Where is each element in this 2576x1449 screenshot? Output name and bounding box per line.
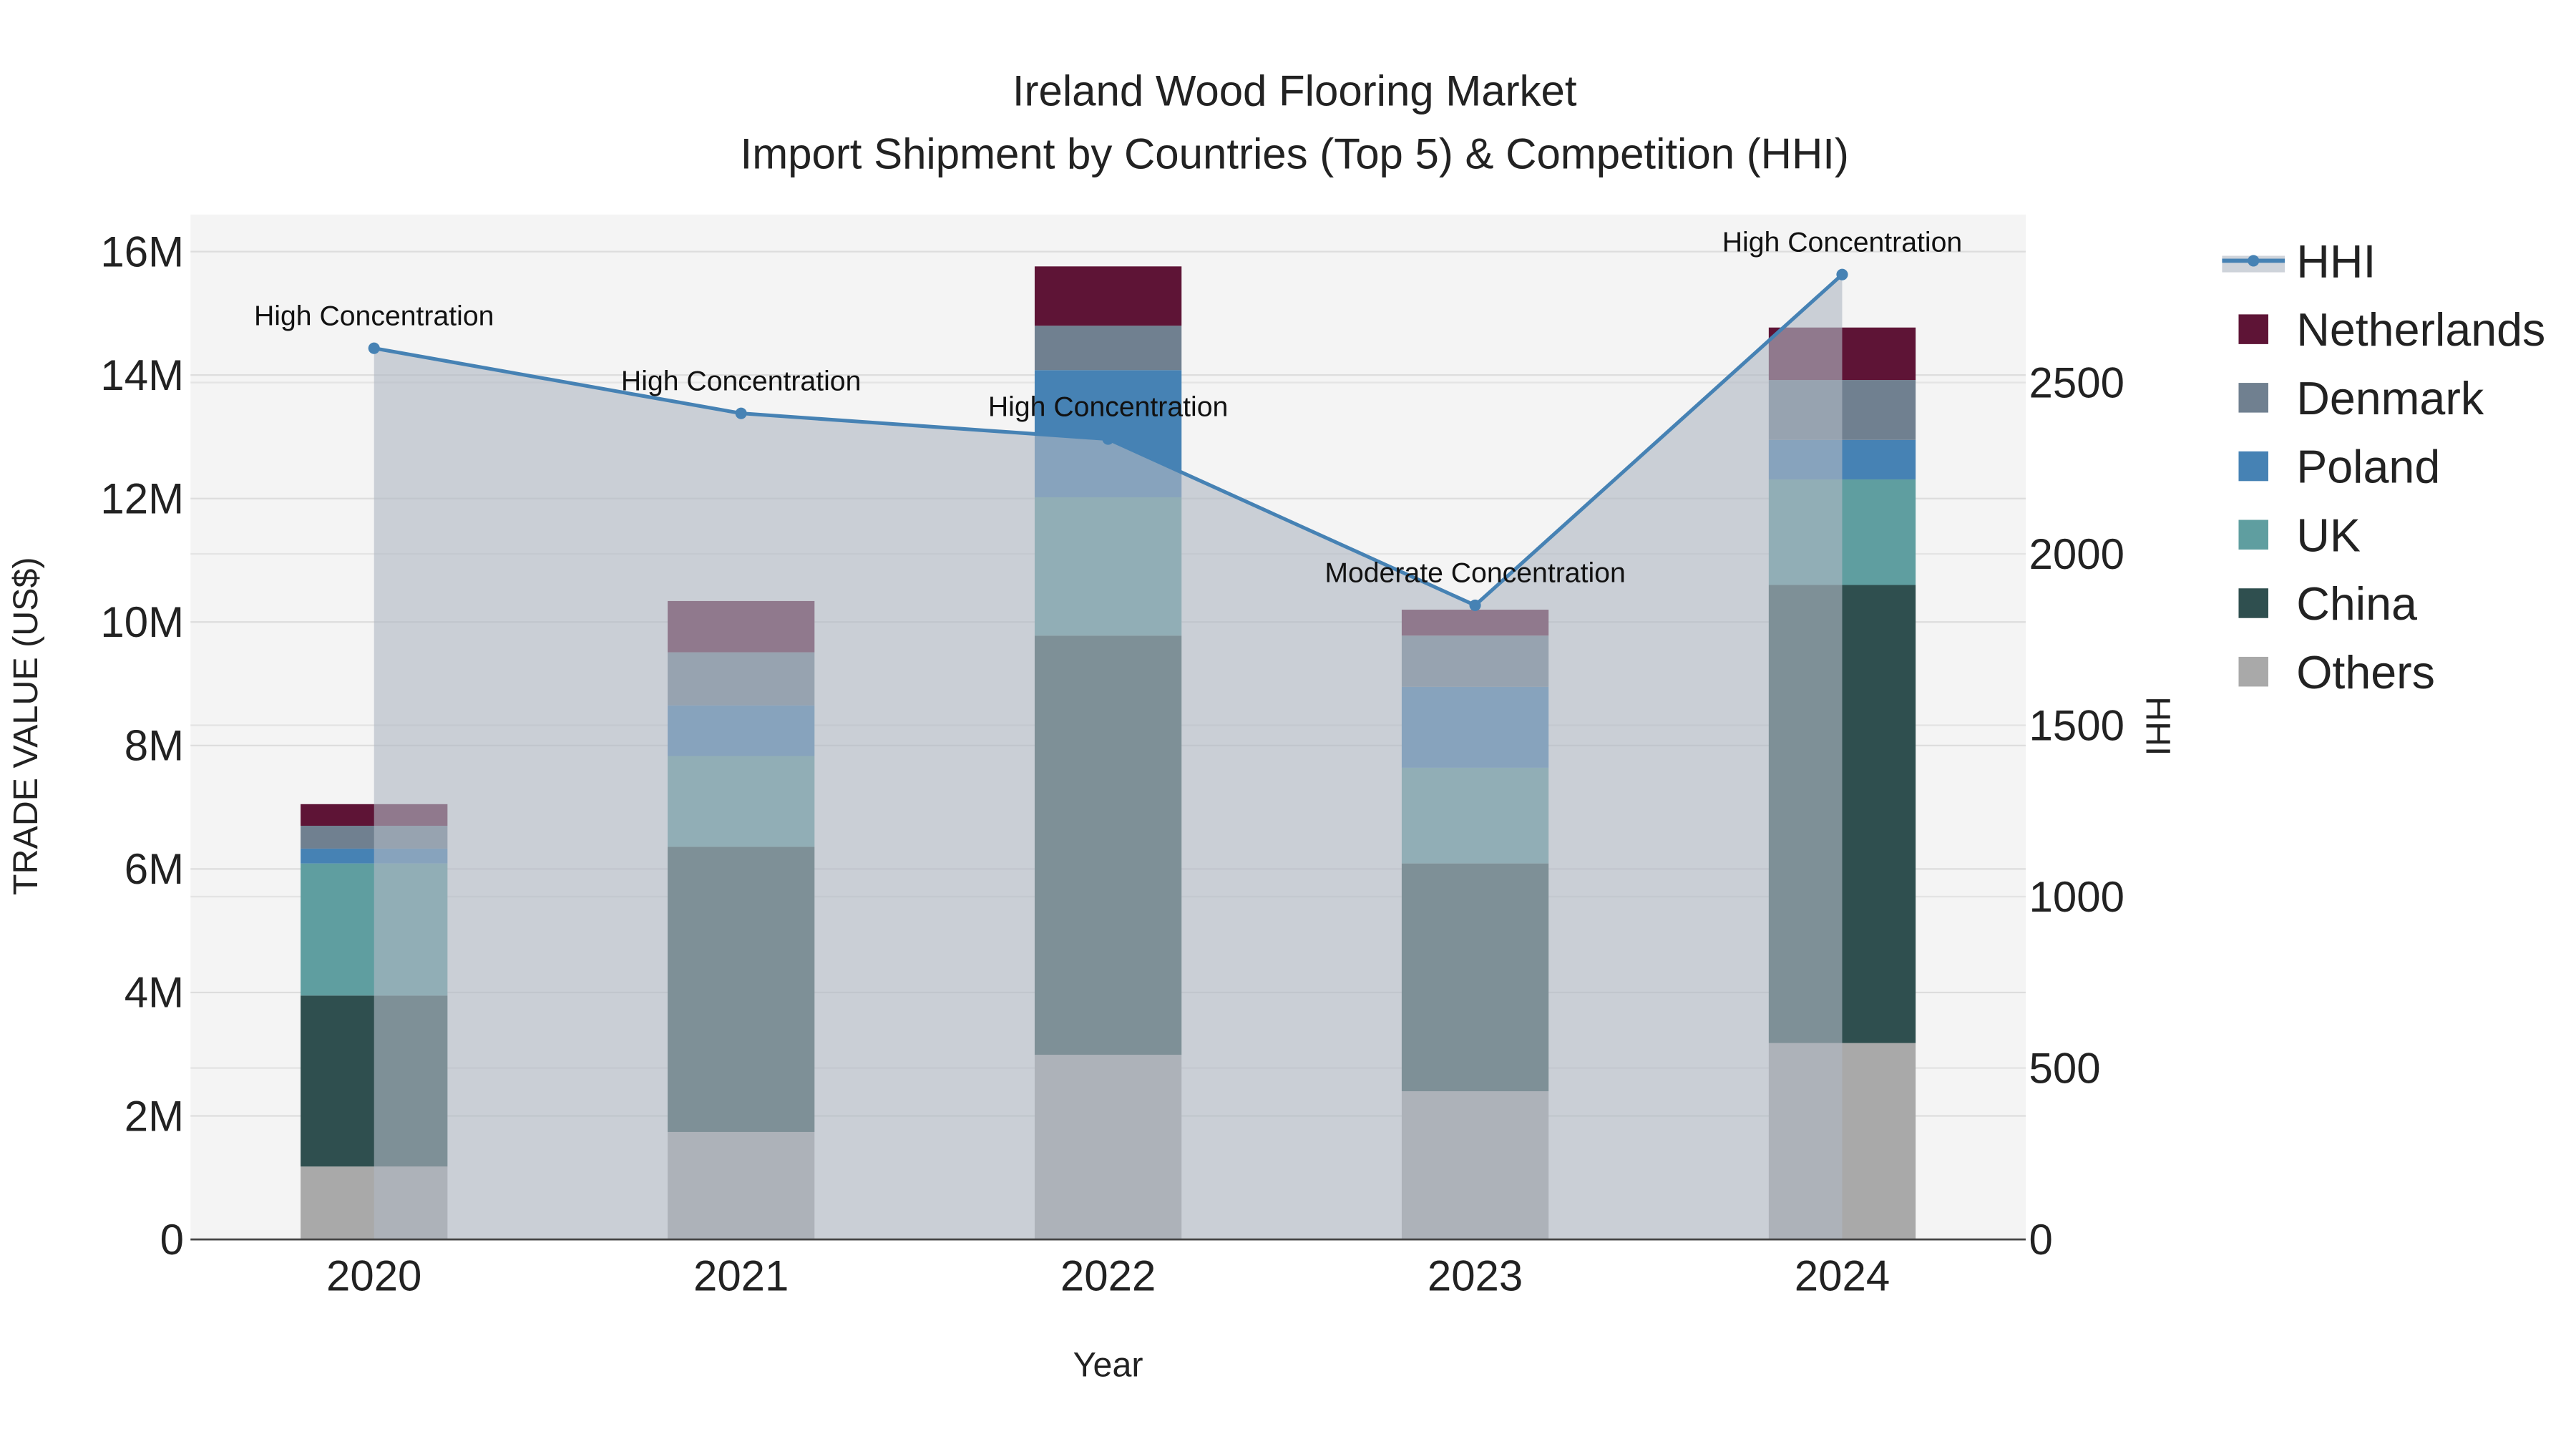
x-axis-label: Year <box>1073 1346 1143 1385</box>
x-tick-label: 2024 <box>1795 1252 1890 1300</box>
legend-label: HHI <box>2296 235 2376 287</box>
hhi-annotation: High Concentration <box>1722 227 1962 258</box>
y2-tick-label: 500 <box>2029 1044 2101 1092</box>
chart-title: Ireland Wood Flooring Market <box>1013 67 1577 115</box>
x-axis-ticks: 2020 2021 2022 2023 2024 <box>326 1252 1890 1300</box>
legend-swatch <box>2238 588 2268 618</box>
legend-label: Netherlands <box>2296 304 2545 356</box>
legend-swatch <box>2238 656 2268 687</box>
legend-label: China <box>2296 578 2417 630</box>
hhi-point <box>368 342 380 354</box>
y-tick-label: 10M <box>100 598 184 646</box>
chart: Ireland Wood Flooring Market Import Ship… <box>6 67 2546 1385</box>
hhi-point <box>1102 433 1114 445</box>
hhi-annotation: High Concentration <box>621 366 861 396</box>
y-tick-label: 12M <box>100 474 184 522</box>
y-tick-label: 16M <box>100 228 184 275</box>
y2-axis-ticks: 0 500 1000 1500 2000 2500 <box>2029 358 2124 1264</box>
y-tick-label: 2M <box>125 1092 184 1140</box>
y2-tick-label: 0 <box>2029 1216 2053 1264</box>
legend-label: UK <box>2296 509 2361 561</box>
legend-marker <box>2248 255 2260 267</box>
y-tick-label: 6M <box>125 845 184 893</box>
x-tick-label: 2023 <box>1428 1252 1523 1300</box>
legend-swatch <box>2238 519 2268 550</box>
hhi-point <box>1469 599 1481 611</box>
legend-item-netherlands[interactable]: Netherlands <box>2238 304 2545 356</box>
legend-item-hhi[interactable]: HHI <box>2222 235 2376 287</box>
legend-swatch <box>2238 451 2268 482</box>
chart-subtitle: Import Shipment by Countries (Top 5) & C… <box>741 130 1849 177</box>
y2-tick-label: 1500 <box>2029 701 2124 749</box>
bar-netherlands-2022 <box>1034 266 1182 326</box>
legend: HHI Netherlands Denmark Poland UK China Others <box>2222 235 2545 698</box>
legend-label: Denmark <box>2296 373 2484 424</box>
y2-tick-label: 2500 <box>2029 358 2124 406</box>
legend-item-others[interactable]: Others <box>2238 647 2435 698</box>
legend-item-poland[interactable]: Poland <box>2238 441 2440 493</box>
legend-swatch <box>2238 383 2268 413</box>
y-axis-ticks: 0 2M 4M 6M 8M 10M 12M 14M 16M <box>100 228 184 1263</box>
hhi-annotation: High Concentration <box>988 391 1228 422</box>
legend-label: Others <box>2296 647 2435 698</box>
legend-item-china[interactable]: China <box>2238 578 2417 630</box>
x-tick-label: 2022 <box>1060 1252 1156 1300</box>
legend-swatch <box>2238 314 2268 344</box>
hhi-point <box>1836 268 1848 280</box>
y-tick-label: 0 <box>160 1216 184 1264</box>
legend-item-denmark[interactable]: Denmark <box>2238 373 2484 424</box>
y2-tick-label: 1000 <box>2029 873 2124 921</box>
legend-label: Poland <box>2296 441 2440 493</box>
legend-item-uk[interactable]: UK <box>2238 509 2361 561</box>
x-tick-label: 2021 <box>693 1252 789 1300</box>
y2-axis-label: HHI <box>2138 696 2177 756</box>
y2-tick-label: 2000 <box>2029 530 2124 578</box>
hhi-annotation: High Concentration <box>254 301 494 331</box>
x-tick-label: 2020 <box>326 1252 421 1300</box>
hhi-annotation: Moderate Concentration <box>1324 558 1625 589</box>
y-tick-label: 4M <box>125 969 184 1017</box>
y-tick-label: 8M <box>125 722 184 770</box>
bar-denmark-2022 <box>1034 326 1182 371</box>
y-axis-label: TRADE VALUE (US$) <box>6 557 45 895</box>
hhi-point <box>735 407 747 419</box>
y-tick-label: 14M <box>100 351 184 399</box>
